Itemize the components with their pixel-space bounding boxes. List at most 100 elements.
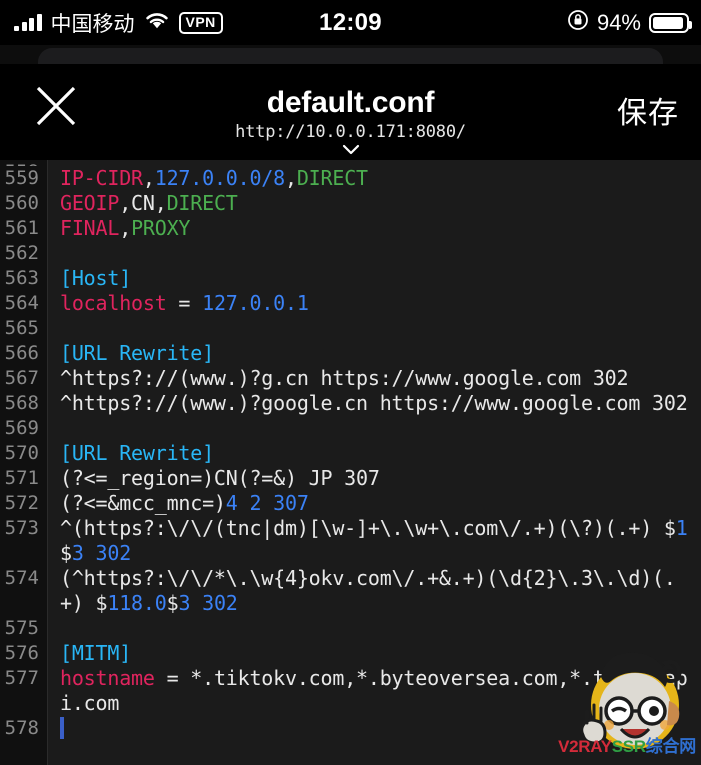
code-token: 118.0 [107, 591, 167, 615]
code-token: localhost [60, 291, 167, 315]
line-number: 568 [4, 392, 39, 414]
code-content[interactable]: 558,559IP-CIDR,127.0.0.0/8,DIRECT560GEOI… [0, 160, 701, 765]
code-line[interactable]: 570 [URL Rewrite] [0, 441, 701, 466]
code-line-text[interactable] [48, 241, 701, 266]
line-number: 574 [4, 567, 39, 589]
page-title: default.conf [266, 86, 435, 119]
code-token: FINAL [60, 216, 120, 240]
code-token: $ [166, 591, 179, 615]
code-token: (?<=_region=)CN(?=&) JP 307 [60, 466, 380, 490]
line-number: 575 [4, 617, 39, 639]
code-token: [URL Rewrite] [60, 341, 214, 365]
code-line-text[interactable] [48, 416, 701, 441]
code-token: = *.tiktokv.com,*.byteoversea.com,*.tikt… [60, 666, 688, 715]
code-line-text[interactable]: IP-CIDR,127.0.0.0/8,DIRECT [48, 166, 701, 191]
line-number: 572 [4, 492, 39, 514]
code-line-text[interactable] [48, 616, 701, 641]
code-token: [Host] [60, 266, 132, 290]
code-line[interactable]: 573 ^(https?:\/\/(tnc|dm)[\w-]+\.\w+\.com… [0, 516, 701, 566]
code-line-text[interactable]: GEOIP,CN,DIRECT [48, 191, 701, 216]
code-token: IP-CIDR [60, 166, 143, 190]
code-line-text[interactable]: (^https?:\/\/*\.\w{4}okv.com\/.+&.+)(\d{… [48, 566, 701, 616]
header-title-block[interactable]: default.conf http://10.0.0.171:8080/ [0, 64, 701, 163]
code-line[interactable]: 565 [0, 316, 701, 341]
code-token: DIRECT [296, 166, 368, 190]
sheet-handle[interactable] [38, 48, 663, 64]
code-token: hostname [60, 666, 155, 690]
code-token: ^(https?:\/\/(tnc|dm)[\w-]+\.\w+\.com\/.… [60, 516, 676, 540]
line-number: 561 [4, 217, 39, 239]
code-token: 3 302 [71, 541, 132, 565]
status-bar: 中国移动 VPN 12:09 94% [0, 0, 701, 45]
code-line[interactable]: 568 ^https?://(www.)?google.cn https://ww… [0, 391, 701, 416]
code-line-text[interactable]: FINAL,PROXY [48, 216, 701, 241]
text-cursor [60, 717, 64, 739]
config-editor-screen: 中国移动 VPN 12:09 94% default.conf http://1… [0, 0, 701, 765]
code-line-text[interactable]: (?<=&mcc_mnc=)4 2 307 [48, 491, 701, 516]
line-number: 571 [4, 467, 39, 489]
code-line-text[interactable]: [URL Rewrite] [48, 341, 701, 366]
code-line-text[interactable]: localhost = 127.0.0.1 [48, 291, 701, 316]
code-token: ^https?://(www.)?g.cn https://www.google… [60, 366, 629, 390]
code-line[interactable]: 577 hostname = *.tiktokv.com,*.byteoverse… [0, 666, 701, 716]
code-token: PROXY [131, 216, 191, 240]
code-line-text[interactable]: [Host] [48, 266, 701, 291]
code-token: DIRECT [166, 191, 238, 215]
code-line[interactable]: 563 [Host] [0, 266, 701, 291]
code-line-text[interactable]: [URL Rewrite] [48, 441, 701, 466]
line-number: 569 [4, 417, 39, 439]
code-line-text[interactable]: hostname = *.tiktokv.com,*.byteoversea.c… [48, 666, 701, 716]
code-line-text[interactable] [48, 716, 701, 741]
code-line[interactable]: 566 [URL Rewrite] [0, 341, 701, 366]
code-line[interactable]: 564 localhost = 127.0.0.1 [0, 291, 701, 316]
code-token: 127.0.0.1 [202, 291, 309, 315]
code-line-text[interactable]: [MITM] [48, 641, 701, 666]
code-token: GEOIP [60, 191, 120, 215]
code-token: 4 2 307 [225, 491, 309, 515]
code-line[interactable]: 575 [0, 616, 701, 641]
battery-icon [649, 12, 692, 33]
code-line[interactable]: 578 [0, 716, 701, 741]
code-line[interactable]: 559 IP-CIDR,127.0.0.0/8,DIRECT [0, 166, 701, 191]
code-line[interactable]: 561 FINAL,PROXY [0, 216, 701, 241]
line-number: 564 [4, 292, 39, 314]
line-number: 577 [4, 667, 39, 689]
line-number: 559 [4, 167, 39, 189]
line-number: 563 [4, 267, 39, 289]
code-line[interactable]: 569 [0, 416, 701, 441]
line-number: 570 [4, 442, 39, 464]
code-line-text[interactable]: ^https?://(www.)?google.cn https://www.g… [48, 391, 701, 416]
code-line[interactable]: 562 [0, 241, 701, 266]
code-line-text[interactable]: ^https?://(www.)?g.cn https://www.google… [48, 366, 701, 391]
code-token: , [119, 216, 132, 240]
line-number: 566 [4, 342, 39, 364]
code-line[interactable]: 576 [MITM] [0, 641, 701, 666]
save-button[interactable]: 保存 [617, 88, 679, 132]
code-token: 3 302 [178, 591, 238, 615]
code-line-text[interactable]: ^(https?:\/\/(tnc|dm)[\w-]+\.\w+\.com\/.… [48, 516, 701, 566]
line-number: 567 [4, 367, 39, 389]
status-bar-right: 94% [567, 9, 692, 36]
code-token: 127.0.0.0/8 [154, 166, 285, 190]
code-line-text[interactable] [48, 316, 701, 341]
code-line[interactable]: 567 ^https?://(www.)?g.cn https://www.goo… [0, 366, 701, 391]
line-number: 560 [4, 192, 39, 214]
line-number: 578 [4, 717, 39, 739]
line-number: 576 [4, 642, 39, 664]
code-line[interactable]: 571 (?<=_region=)CN(?=&) JP 307 [0, 466, 701, 491]
rotation-lock-icon [567, 9, 589, 36]
code-token: , [285, 166, 297, 190]
code-token: [URL Rewrite] [60, 441, 214, 465]
code-token: $ [60, 541, 72, 565]
code-line[interactable]: 560 GEOIP,CN,DIRECT [0, 191, 701, 216]
code-token: ^https?://(www.)?google.cn https://www.g… [60, 391, 688, 415]
code-line[interactable]: 572 (?<=&mcc_mnc=)4 2 307 [0, 491, 701, 516]
battery-percent-label: 94% [596, 9, 641, 35]
code-line[interactable]: 574 (^https?:\/\/*\.\w{4}okv.com\/.+&.+)(… [0, 566, 701, 616]
code-line-text[interactable]: (?<=_region=)CN(?=&) JP 307 [48, 466, 701, 491]
code-editor[interactable]: 558,559IP-CIDR,127.0.0.0/8,DIRECT560GEOI… [0, 160, 701, 765]
code-token: (?<=&mcc_mnc=) [60, 491, 226, 515]
line-number: 565 [4, 317, 39, 339]
server-url-label: http://10.0.0.171:8080/ [235, 122, 466, 142]
code-token: 1 [675, 516, 688, 540]
